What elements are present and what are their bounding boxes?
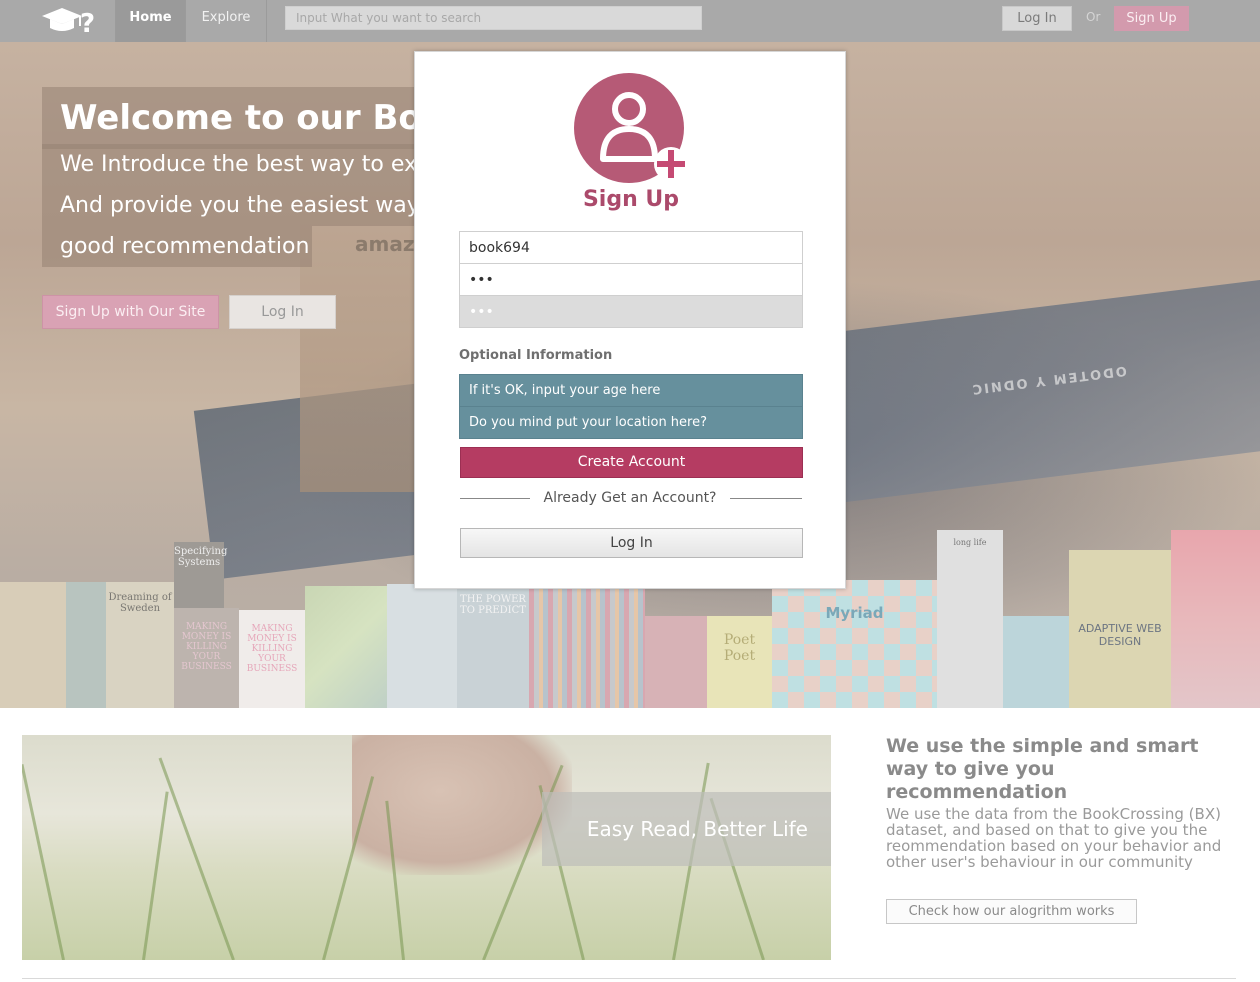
hero-title: Welcome to our Book — [42, 87, 422, 149]
reading-photo: Easy Read, Better Life — [22, 735, 831, 960]
book-title: Dreaming of Sweden — [108, 592, 172, 614]
book-cover: MAKING MONEY IS KILLING YOUR BUSINESS — [174, 608, 239, 708]
divider-left — [460, 498, 530, 499]
book-cover: MAKING MONEY IS KILLING YOUR BUSINESS — [239, 610, 305, 708]
search-input[interactable] — [285, 6, 702, 30]
section-body: We use the data from the BookCrossing (B… — [886, 805, 1222, 871]
book-title: long life — [953, 538, 987, 547]
photo-grass — [142, 791, 169, 960]
hero-login-button[interactable]: Log In — [229, 295, 336, 329]
book-cover: Poet Poet — [707, 616, 772, 708]
photo-grass — [22, 764, 65, 960]
already-account-text: Already Get an Account? — [543, 490, 717, 506]
age-field[interactable] — [459, 374, 803, 407]
book-cover: THE POWER TO PREDICT — [457, 584, 529, 708]
book-title: Poet Poet — [723, 632, 756, 664]
nav-or-label: Or — [1086, 10, 1101, 24]
nav-tab-explore[interactable]: Explore — [186, 0, 267, 42]
username-field[interactable] — [459, 231, 803, 264]
book-cover: long life — [937, 530, 1003, 708]
book-title: MAKING MONEY IS KILLING YOUR BUSINESS — [181, 622, 232, 672]
confirm-password-field[interactable] — [459, 295, 803, 328]
book-title: Myriad — [825, 604, 884, 622]
book-title: Specifying Systems — [174, 546, 228, 568]
optional-info-label: Optional Information — [459, 348, 613, 363]
book-title: ADAPTIVE WEB DESIGN — [1078, 622, 1162, 648]
book-cover — [1003, 616, 1069, 708]
hero-background-figure: amaz — [300, 192, 420, 492]
divider-right — [730, 498, 802, 499]
algorithm-button[interactable]: Check how our alogrithm works — [886, 899, 1137, 924]
graduation-cap-logo-icon[interactable]: ? — [40, 4, 100, 38]
footer-divider — [22, 978, 1236, 979]
book-cover — [645, 616, 707, 708]
book-cover — [387, 584, 457, 708]
book-cover — [66, 582, 106, 708]
nav-signup-button[interactable]: Sign Up — [1114, 6, 1189, 31]
photo-grass — [158, 757, 235, 960]
hero-line-3: good recommendation — [42, 226, 312, 267]
create-account-button[interactable]: Create Account — [460, 447, 803, 478]
svg-text:?: ? — [80, 9, 95, 38]
book-cover — [305, 586, 387, 708]
location-field[interactable] — [459, 406, 803, 439]
modal-title: Sign Up — [582, 187, 680, 212]
book-cover — [0, 582, 66, 708]
book-cover: Myriad — [772, 580, 937, 708]
hero-line-1: We Introduce the best way to expl — [42, 144, 422, 185]
signup-modal: Sign Up Optional Information Create Acco… — [414, 51, 846, 589]
nav-tab-home[interactable]: Home — [115, 0, 186, 42]
modal-login-button[interactable]: Log In — [460, 528, 803, 558]
book-cover — [529, 584, 645, 708]
slogan-banner: Easy Read, Better Life — [542, 792, 831, 866]
section-title: We use the simple and smart way to give … — [886, 735, 1199, 803]
hero-line-2: And provide you the easiest way t — [42, 185, 422, 226]
hero-signup-button[interactable]: Sign Up with Our Site — [42, 295, 219, 329]
hero-background-word: amaz — [355, 232, 415, 256]
book-cover — [1171, 530, 1260, 708]
nav-login-button[interactable]: Log In — [1002, 6, 1072, 31]
book-cover: ADAPTIVE WEB DESIGN — [1069, 550, 1171, 708]
user-add-icon — [574, 73, 687, 183]
book-title: MAKING MONEY IS KILLING YOUR BUSINESS — [246, 624, 298, 674]
password-field[interactable] — [459, 263, 803, 296]
book-cover: Dreaming of Sweden — [106, 582, 174, 708]
top-navbar: ? Home Explore Log In Or Sign Up — [0, 0, 1260, 42]
book-title: THE POWER TO PREDICT — [460, 594, 526, 616]
